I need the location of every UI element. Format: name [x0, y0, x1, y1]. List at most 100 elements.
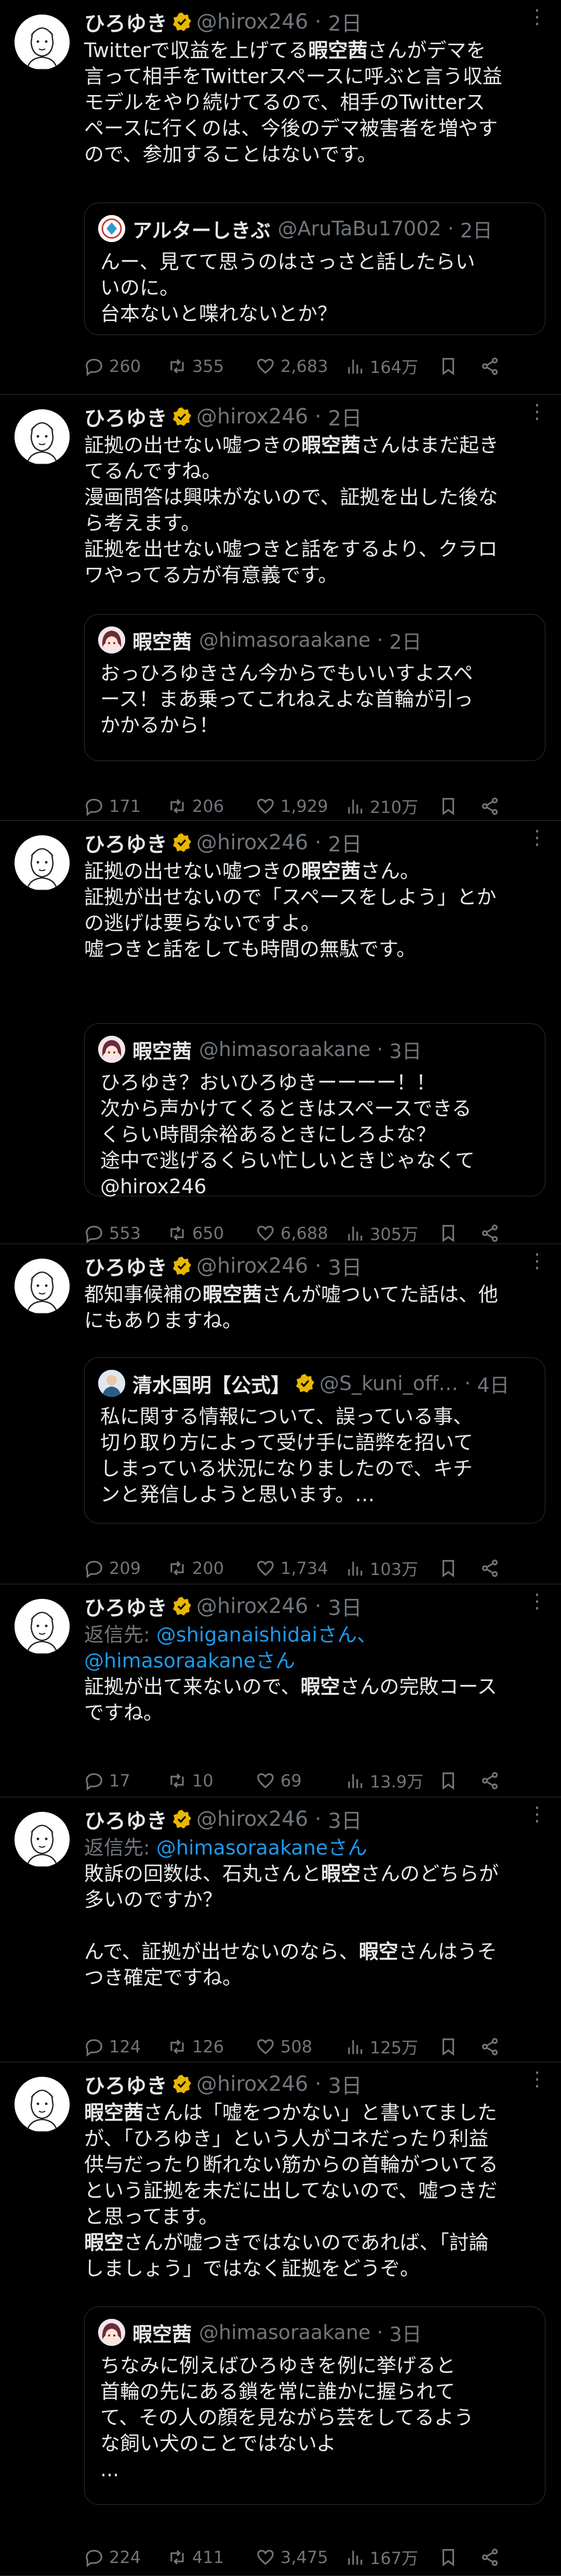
views-button[interactable]: 167万: [345, 2545, 438, 2569]
handle[interactable]: @hirox246: [196, 1254, 308, 1278]
like-button[interactable]: 3,475: [256, 2547, 345, 2567]
tweet[interactable]: ひろゆき @hirox246 · 3日 ⋮ 都知事候補の暇空茜さんが嘘ついてた話は、他…: [0, 1244, 561, 1584]
reply-button[interactable]: 260: [84, 356, 167, 376]
bookmark-button[interactable]: [438, 2037, 480, 2057]
like-icon: [257, 1560, 274, 1576]
quoted-timestamp: 3日: [389, 1039, 422, 1063]
more-options-icon[interactable]: ⋮: [527, 1803, 547, 1825]
quoted-tweet[interactable]: アルターしきぶ @AruTaBu17002 · 2日 んー、見てて思うのはさっさと話…: [84, 203, 545, 335]
more-options-icon[interactable]: ⋮: [527, 826, 547, 849]
bookmark-button[interactable]: [438, 796, 480, 816]
reply-to-link[interactable]: @himasoraakaneさん: [156, 1836, 367, 1859]
more-options-icon[interactable]: ⋮: [527, 2067, 547, 2090]
avatar[interactable]: [15, 1259, 70, 1314]
avatar[interactable]: [15, 1812, 70, 1867]
like-button[interactable]: 1,734: [256, 1558, 345, 1578]
retweet-button[interactable]: 650: [167, 1223, 256, 1243]
avatar[interactable]: [15, 15, 70, 70]
avatar[interactable]: [15, 409, 70, 464]
timestamp[interactable]: 3日: [328, 1251, 362, 1281]
handle[interactable]: @hirox246: [196, 1807, 308, 1831]
tweet[interactable]: ひろゆき @hirox246 · 2日 ⋮ 証拠の出せない嘘つきの暇空茜さん。 証拠が…: [0, 821, 561, 1244]
retweet-count: 411: [192, 2547, 224, 2567]
display-name[interactable]: ひろゆき: [84, 2069, 167, 2099]
timestamp[interactable]: 3日: [328, 1591, 362, 1621]
share-button[interactable]: [480, 356, 500, 376]
more-options-icon[interactable]: ⋮: [527, 400, 547, 423]
avatar[interactable]: [15, 835, 70, 890]
reply-button[interactable]: 124: [84, 2037, 167, 2057]
tweet[interactable]: ひろゆき @hirox246 · 3日 ⋮ 暇空茜さんは「嘘をつかない」と書いてました…: [0, 2062, 561, 2576]
quoted-tweet[interactable]: 清水国明【公式】 @S_kuni_off… · 4日 私に関する情報について、誤って…: [84, 1357, 545, 1524]
retweet-button[interactable]: 10: [167, 1771, 256, 1791]
display-name[interactable]: ひろゆき: [84, 1251, 167, 1281]
like-button[interactable]: 508: [256, 2037, 345, 2057]
retweet-button[interactable]: 206: [167, 796, 256, 816]
views-button[interactable]: 164万: [345, 354, 438, 378]
views-button[interactable]: 125万: [345, 2035, 438, 2059]
handle[interactable]: @hirox246: [196, 2072, 308, 2096]
display-name[interactable]: ひろゆき: [84, 7, 167, 37]
more-options-icon[interactable]: ⋮: [527, 1249, 547, 1272]
timestamp[interactable]: 2日: [328, 827, 362, 858]
views-button[interactable]: 103万: [345, 1556, 438, 1580]
bookmark-button[interactable]: [438, 1558, 480, 1578]
views-button[interactable]: 13.9万: [345, 1769, 438, 1793]
share-icon: [482, 1559, 498, 1577]
timestamp[interactable]: 3日: [328, 2069, 362, 2099]
quoted-tweet[interactable]: 暇空茜 @himasoraakane · 2日 おっひろゆきさん今からでもいいすよス…: [84, 614, 545, 761]
share-button[interactable]: [480, 796, 500, 816]
timestamp[interactable]: 2日: [328, 7, 362, 37]
retweet-button[interactable]: 200: [167, 1558, 256, 1578]
like-button[interactable]: 2,683: [256, 356, 345, 376]
reply-button[interactable]: 209: [84, 1558, 167, 1578]
handle[interactable]: @hirox246: [196, 405, 308, 429]
handle[interactable]: @hirox246: [196, 1594, 308, 1618]
display-name[interactable]: ひろゆき: [84, 827, 167, 858]
retweet-button[interactable]: 411: [167, 2547, 256, 2567]
reply-button[interactable]: 224: [84, 2547, 167, 2567]
views-button[interactable]: 305万: [345, 1221, 438, 1245]
quoted-tweet[interactable]: 暇空茜 @himasoraakane · 3日 ちなみに例えばひろゆきを例に挙げると…: [84, 2306, 545, 2505]
retweet-button[interactable]: 355: [167, 356, 256, 376]
like-button[interactable]: 6,688: [256, 1223, 345, 1243]
tweet[interactable]: ひろゆき @hirox246 · 2日 ⋮ Twitterで収益を上げてる暇空茜さんが…: [0, 0, 561, 395]
bookmark-button[interactable]: [438, 1771, 480, 1791]
handle[interactable]: @hirox246: [196, 10, 308, 34]
retweet-button[interactable]: 126: [167, 2037, 256, 2057]
like-button[interactable]: 1,929: [256, 796, 345, 816]
reply-button[interactable]: 553: [84, 1223, 167, 1243]
share-button[interactable]: [480, 1223, 500, 1243]
quoted-tweet[interactable]: 暇空茜 @himasoraakane · 3日 ひろゆき？おいひろゆきーーーー！！ …: [84, 1023, 545, 1198]
tweet[interactable]: ひろゆき @hirox246 · 3日 ⋮ 返信先: @himasoraakaneさん…: [0, 1797, 561, 2062]
share-button[interactable]: [480, 1771, 500, 1791]
like-button[interactable]: 69: [256, 1771, 345, 1791]
more-options-icon[interactable]: ⋮: [527, 1590, 547, 1612]
display-name[interactable]: ひろゆき: [84, 1804, 167, 1834]
bookmark-button[interactable]: [438, 2547, 480, 2567]
handle[interactable]: @hirox246: [196, 831, 308, 855]
share-button[interactable]: [480, 2547, 500, 2567]
reply-button[interactable]: 171: [84, 796, 167, 816]
reply-icon: [86, 1773, 102, 1791]
verified-badge-icon: [173, 407, 191, 426]
reply-button[interactable]: 17: [84, 1771, 167, 1791]
timestamp[interactable]: 3日: [328, 1804, 362, 1834]
share-button[interactable]: [480, 1558, 500, 1578]
avatar[interactable]: [15, 1599, 70, 1654]
quoted-avatar: [98, 1036, 125, 1063]
tweet[interactable]: ひろゆき @hirox246 · 3日 ⋮ 返信先: @shiganaishidaiさ…: [0, 1584, 561, 1797]
bookmark-button[interactable]: [438, 356, 480, 376]
quoted-display-name: 暇空茜: [132, 1039, 192, 1063]
quoted-avatar: [98, 626, 125, 653]
bookmark-button[interactable]: [438, 1223, 480, 1243]
tweet[interactable]: ひろゆき @hirox246 · 2日 ⋮ 証拠の出せない嘘つきの暇空茜さんはまだ起き…: [0, 395, 561, 821]
display-name[interactable]: ひろゆき: [84, 1591, 167, 1621]
avatar[interactable]: [15, 2077, 70, 2132]
display-name[interactable]: ひろゆき: [84, 402, 167, 432]
quoted-timestamp: 4日: [477, 1373, 510, 1397]
share-button[interactable]: [480, 2037, 500, 2057]
more-options-icon[interactable]: ⋮: [527, 5, 547, 28]
timestamp[interactable]: 2日: [328, 402, 362, 432]
views-button[interactable]: 210万: [345, 794, 438, 818]
